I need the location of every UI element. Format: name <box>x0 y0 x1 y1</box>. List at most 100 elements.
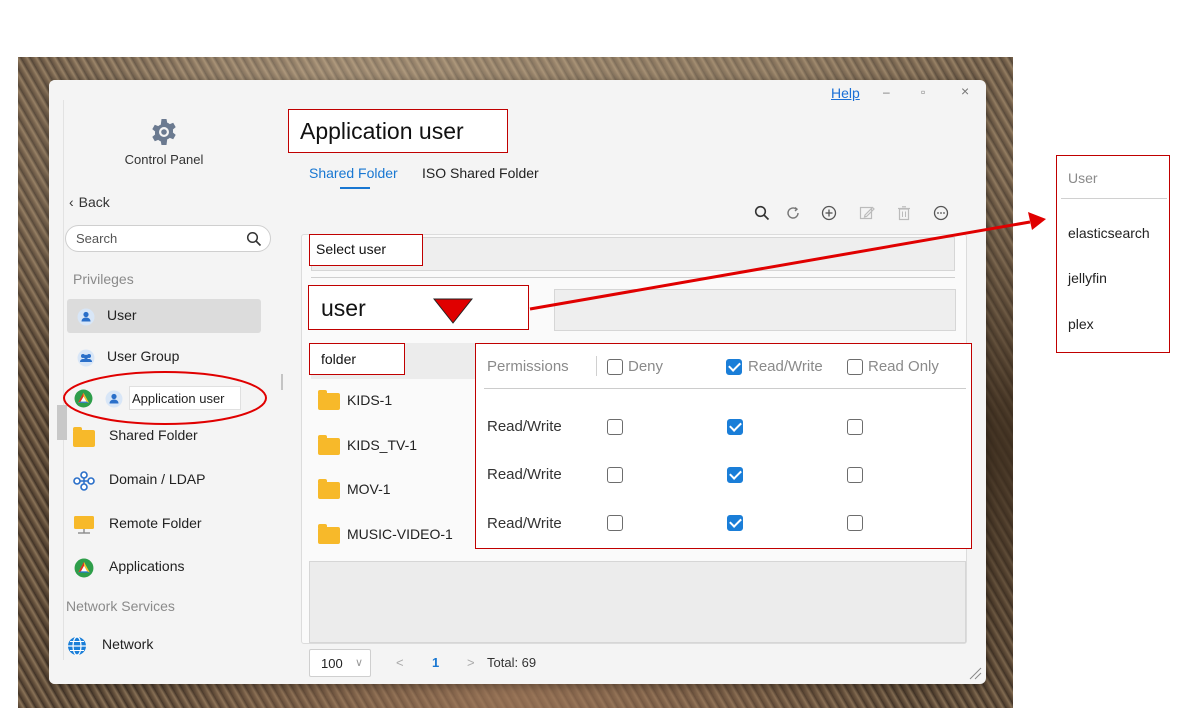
sidebar-item-label: Network <box>102 636 154 652</box>
folder-icon <box>318 390 340 410</box>
next-page-button[interactable]: > <box>467 655 475 670</box>
minimize-button[interactable]: – <box>883 85 890 99</box>
read-write-column-label: Read/Write <box>748 358 823 375</box>
sidebar-item-application-user[interactable]: Application user <box>129 386 241 410</box>
active-tab-underline <box>340 187 370 189</box>
deny-all-checkbox[interactable] <box>607 359 623 375</box>
total-count: Total: 69 <box>487 655 537 670</box>
annotation-arrow-head <box>1028 212 1046 230</box>
edit-icon[interactable] <box>859 205 875 221</box>
read-only-checkbox[interactable] <box>847 515 863 531</box>
stage: Control Panel ‹ Back Search Privileges U… <box>0 0 1187 727</box>
remote-folder-icon <box>74 516 94 534</box>
search-placeholder: Search <box>76 231 118 246</box>
maximize-button[interactable]: ▫ <box>921 85 925 99</box>
folder-name: KIDS-1 <box>347 392 393 408</box>
read-only-checkbox[interactable] <box>847 467 863 483</box>
current-page[interactable]: 1 <box>432 655 439 670</box>
control-panel-window: Control Panel ‹ Back Search Privileges U… <box>49 80 986 684</box>
add-icon[interactable] <box>821 205 837 221</box>
folder-icon <box>318 524 340 544</box>
gear-icon <box>152 119 176 145</box>
dropdown-arrow-icon <box>433 298 473 324</box>
page-title: Application user <box>300 118 464 144</box>
user-label: user <box>321 295 366 321</box>
header-divider <box>484 388 966 389</box>
user-dropdown-list: User elasticsearch jellyfin plex <box>1056 155 1170 353</box>
search-icon[interactable] <box>754 205 770 221</box>
permission-row-label: Read/Write <box>487 466 562 483</box>
permissions-header: Permissions <box>487 358 569 375</box>
permission-row-label: Read/Write <box>487 515 562 532</box>
folder-label: folder <box>321 351 357 367</box>
sidebar-item-label: User <box>107 307 137 323</box>
search-icon[interactable] <box>246 231 262 247</box>
sidebar-item-label: Shared Folder <box>109 427 198 443</box>
read-write-checkbox[interactable] <box>727 467 743 483</box>
prev-page-button[interactable]: < <box>396 655 404 670</box>
sidebar-edge <box>63 100 64 660</box>
chevron-left-icon: ‹ <box>69 194 74 210</box>
user-value-field[interactable] <box>554 289 956 331</box>
sidebar-item-shared-folder[interactable]: Shared Folder <box>67 419 261 453</box>
user-icon <box>77 308 95 326</box>
read-write-checkbox[interactable] <box>727 419 743 435</box>
app-center-icon <box>74 389 93 408</box>
sidebar-item-user[interactable]: User <box>67 299 261 333</box>
sidebar-scrollbar[interactable] <box>281 374 283 390</box>
sidebar-item-label: Applications <box>109 558 185 574</box>
tab-iso-shared-folder[interactable]: ISO Shared Folder <box>422 165 539 181</box>
user-option[interactable]: jellyfin <box>1068 270 1107 286</box>
sidebar-item-label: User Group <box>107 348 180 364</box>
sidebar-item-user-group[interactable]: User Group <box>67 340 261 374</box>
back-label: Back <box>78 194 110 210</box>
folder-name: MOV-1 <box>347 481 391 497</box>
sidebar: Control Panel ‹ Back Search Privileges U… <box>49 80 281 684</box>
user-option[interactable]: plex <box>1068 316 1094 332</box>
page-size-select[interactable]: 100 ∨ <box>309 649 371 677</box>
folder-icon <box>318 435 340 455</box>
sidebar-item-remote-folder[interactable]: Remote Folder <box>67 507 261 541</box>
deny-checkbox[interactable] <box>607 467 623 483</box>
sidebar-scroll-marker <box>57 405 67 440</box>
user-option[interactable]: elasticsearch <box>1068 225 1150 241</box>
domain-icon <box>73 471 95 491</box>
user-dropdown-header: User <box>1068 170 1098 186</box>
help-link[interactable]: Help <box>831 85 860 101</box>
sidebar-search-input[interactable]: Search <box>65 225 271 252</box>
folder-name: KIDS_TV-1 <box>347 437 418 453</box>
deny-column-label: Deny <box>628 358 664 375</box>
chevron-down-icon: ∨ <box>354 657 363 669</box>
sidebar-item-network[interactable]: Network <box>59 628 253 662</box>
more-icon[interactable] <box>933 205 949 221</box>
deny-checkbox[interactable] <box>607 419 623 435</box>
user-group-icon <box>77 349 95 367</box>
select-user-label-box: Select user <box>309 234 423 266</box>
sidebar-item-domain-ldap[interactable]: Domain / LDAP <box>67 463 261 497</box>
read-only-all-checkbox[interactable] <box>847 359 863 375</box>
details-panel <box>309 561 966 643</box>
read-write-all-checkbox[interactable] <box>726 359 742 375</box>
sidebar-item-label: Remote Folder <box>109 515 202 531</box>
resize-grip-icon[interactable] <box>968 666 982 680</box>
permissions-table: Permissions Deny Read/Write Read Only Re… <box>475 343 972 549</box>
applications-icon <box>74 558 94 578</box>
refresh-icon[interactable] <box>785 205 801 221</box>
read-only-checkbox[interactable] <box>847 419 863 435</box>
deny-checkbox[interactable] <box>607 515 623 531</box>
tab-shared-folder[interactable]: Shared Folder <box>309 165 398 181</box>
read-only-column-label: Read Only <box>868 358 939 375</box>
dropdown-divider <box>1061 198 1167 199</box>
user-dropdown-trigger[interactable]: user <box>308 285 529 330</box>
delete-icon[interactable] <box>896 205 912 221</box>
folder-icon <box>318 479 340 499</box>
select-user-label: Select user <box>316 241 387 257</box>
read-write-checkbox[interactable] <box>727 515 743 531</box>
page-size-value: 100 <box>321 656 343 671</box>
header-separator <box>596 356 597 376</box>
back-button[interactable]: ‹ Back <box>69 194 110 210</box>
section-privileges: Privileges <box>73 271 134 287</box>
close-button[interactable]: × <box>961 83 969 99</box>
sidebar-item-applications[interactable]: Applications <box>67 550 261 584</box>
app-user-icon <box>105 390 123 408</box>
